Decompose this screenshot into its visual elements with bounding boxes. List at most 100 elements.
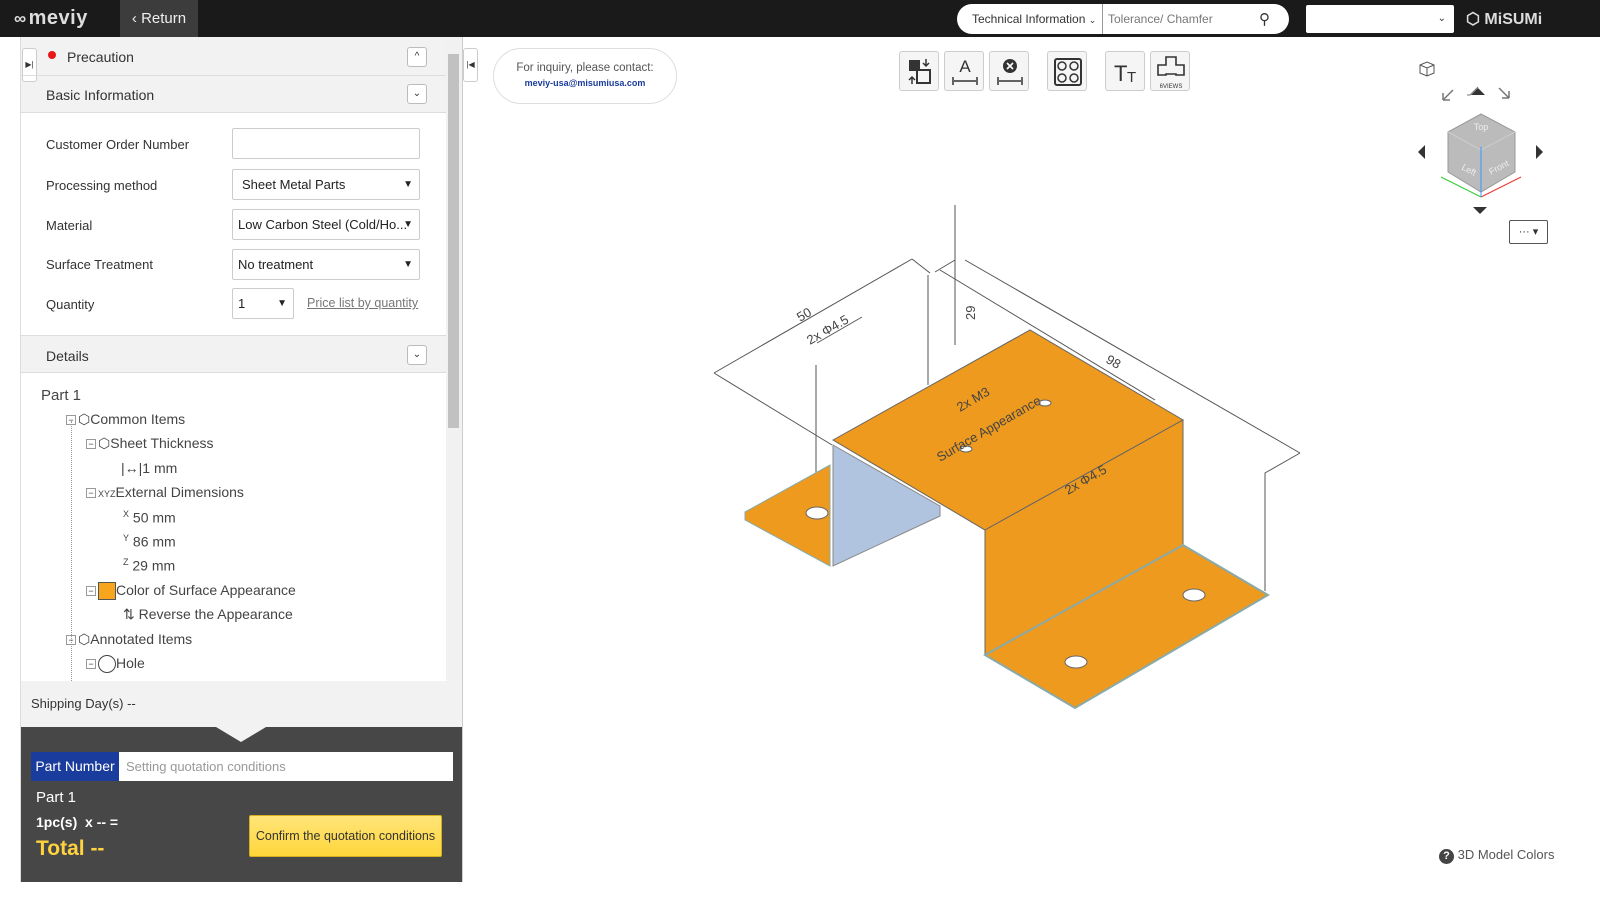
field-label: Surface Treatment <box>46 257 153 272</box>
quantity-price: 1pc(s) x -- = <box>36 814 119 830</box>
3d-viewer[interactable]: |◀ For inquiry, please contact: meviy-usa… <box>462 37 1568 882</box>
return-button[interactable]: ‹ Return <box>120 0 198 37</box>
tree-item-reverse[interactable]: ⇅ Reverse the Appearance <box>123 606 293 623</box>
xyz-icon: XYZ <box>98 489 116 499</box>
surface-treatment-select[interactable]: No treatment ▼ <box>232 249 420 280</box>
details-section[interactable]: Details ⌄ <box>21 335 447 373</box>
processing-method-select[interactable]: Sheet Metal Parts ▼ <box>232 169 420 200</box>
color-swatch[interactable] <box>98 582 116 601</box>
chevron-down-icon: ▼ <box>403 259 413 270</box>
part-number-input[interactable]: Setting quotation conditions <box>119 752 453 781</box>
tree-label: Reverse the Appearance <box>138 606 293 622</box>
field-label: Customer Order Number <box>46 137 190 152</box>
help-icon: ? <box>1439 849 1454 864</box>
home-view-icon[interactable] <box>1419 61 1435 77</box>
tree-root[interactable]: Part 1 <box>41 387 81 404</box>
tree-item-common[interactable]: − ⬡Common Items <box>66 411 185 428</box>
thickness-icon: |↔| <box>121 460 143 476</box>
collapse-icon[interactable]: − <box>66 635 76 646</box>
basic-info-section[interactable]: Basic Information ⌄ <box>21 76 447 113</box>
details-title: Details <box>46 348 89 364</box>
search-icon[interactable]: ⚲ <box>1259 10 1289 28</box>
material-select[interactable]: Low Carbon Steel (Cold/Ho... ▼ <box>232 209 420 240</box>
hole-view-button[interactable] <box>1047 51 1087 91</box>
rotate-left-icon[interactable] <box>1442 89 1454 101</box>
tree-item-color[interactable]: − Color of Surface Appearance <box>86 582 296 601</box>
search-category: Technical Information <box>972 12 1086 26</box>
cube-top-label[interactable]: Top <box>1474 122 1489 132</box>
collapse-icon[interactable]: − <box>86 439 96 450</box>
model-colors-link[interactable]: ? 3D Model Colors <box>1439 847 1554 864</box>
collapse-icon[interactable]: − <box>86 659 96 670</box>
reverse-icon: ⇅ <box>123 606 135 622</box>
tree-item-thickness-value[interactable]: |↔|1 mm <box>121 460 177 476</box>
cube-icon: ⬡ <box>78 631 91 647</box>
six-views-icon: 6VIEWS <box>1157 56 1185 90</box>
y-axis-icon: Y <box>123 533 130 543</box>
collapse-icon[interactable]: − <box>86 586 96 597</box>
field-label: Processing method <box>46 178 158 193</box>
hide-dimension-button[interactable] <box>989 51 1029 91</box>
tree-item-hole[interactable]: − Hole <box>86 655 145 674</box>
tree-label: 1 mm <box>142 460 178 476</box>
tree-item-annotated[interactable]: − ⬡Annotated Items <box>66 631 192 648</box>
price-list-link[interactable]: Price list by quantity <box>307 296 418 310</box>
chevron-up-icon[interactable]: ^ <box>407 47 427 67</box>
chevron-down-icon[interactable]: ⌄ <box>407 84 427 104</box>
tree-label: 86 mm <box>132 533 176 550</box>
search-category-select[interactable]: Technical Information ⌄ <box>957 4 1103 34</box>
dimension-button[interactable]: A <box>944 51 984 91</box>
details-tree: Part 1 − ⬡Common Items − ⬡Sheet Thickness … <box>21 373 447 681</box>
misumi-logo[interactable]: ⬡ MiSUMi <box>1466 9 1542 29</box>
customer-order-number-input[interactable] <box>232 128 420 159</box>
tree-item-sheet-thickness[interactable]: − ⬡Sheet Thickness <box>86 435 213 452</box>
dimension-text-icon: A <box>952 57 978 85</box>
arrow-right-icon[interactable] <box>1536 145 1543 159</box>
panel-scrollbar[interactable] <box>446 40 461 680</box>
brand-text: MiSUMi <box>1484 11 1543 28</box>
tree-item-x[interactable]: X 50 mm <box>123 509 176 526</box>
rotate-right-icon[interactable] <box>1498 87 1510 99</box>
navigation-cube[interactable]: Top Left Front <box>1403 57 1553 222</box>
select-value: 1 <box>238 296 246 311</box>
search-input[interactable]: Tolerance/ Chamfer <box>1103 12 1259 26</box>
confirm-quotation-button[interactable]: Confirm the quotation conditions <box>249 815 442 857</box>
more-options-button[interactable]: ··· ▾ <box>1509 220 1548 244</box>
scrollbar-thumb[interactable] <box>448 54 459 428</box>
meviy-logo[interactable]: ∞ meviy <box>14 7 88 30</box>
chevron-down-icon: ▼ <box>403 219 413 230</box>
chevron-down-icon[interactable]: ⌄ <box>407 345 427 365</box>
collapse-icon[interactable]: − <box>66 415 76 426</box>
tree-label: Annotated Items <box>90 631 193 647</box>
inquiry-email-link[interactable]: meviy-usa@misumiusa.com <box>494 78 676 88</box>
arrow-down-icon[interactable] <box>1473 207 1487 214</box>
select-value: No treatment <box>238 257 314 272</box>
field-label: Material <box>46 218 93 233</box>
six-views-button[interactable]: 6VIEWS <box>1150 51 1190 91</box>
precaution-section[interactable]: Precaution ^ <box>21 37 447 76</box>
arrow-left-icon[interactable] <box>1418 145 1425 159</box>
tree-item-y[interactable]: Y 86 mm <box>123 533 176 550</box>
text-size-button[interactable]: TT <box>1105 51 1145 91</box>
tree-item-z[interactable]: Z 29 mm <box>123 557 175 574</box>
collapse-icon[interactable]: − <box>86 488 96 499</box>
swap-view-button[interactable] <box>899 51 939 91</box>
holes-icon <box>1054 58 1082 86</box>
left-panel: ▶| Precaution ^ Basic Information ⌄ Cust… <box>20 37 463 882</box>
hole-icon <box>98 655 116 674</box>
collapse-viewer-button[interactable]: |◀ <box>463 48 478 82</box>
tree-item-external-dimensions[interactable]: − XYZExternal Dimensions <box>86 484 244 500</box>
language-select[interactable]: ⌄ <box>1306 5 1454 33</box>
chevron-down-icon: ⌄ <box>1088 15 1097 25</box>
part-name: Part 1 <box>36 789 77 806</box>
select-value: Low Carbon Steel (Cold/Ho... <box>238 217 408 232</box>
tree-label: Sheet Thickness <box>110 435 214 451</box>
return-label: Return <box>141 10 187 27</box>
top-bar: ∞ meviy ‹ Return Technical Information ⌄ … <box>0 0 1600 37</box>
cube-icon: ⬡ <box>98 435 111 451</box>
quantity-select[interactable]: 1 ▼ <box>232 288 294 319</box>
tree-label: Common Items <box>90 411 186 427</box>
chevron-down-icon: ▼ <box>277 298 287 309</box>
logo-text: meviy <box>28 7 88 29</box>
search-bar: Technical Information ⌄ Tolerance/ Chamf… <box>957 4 1289 34</box>
